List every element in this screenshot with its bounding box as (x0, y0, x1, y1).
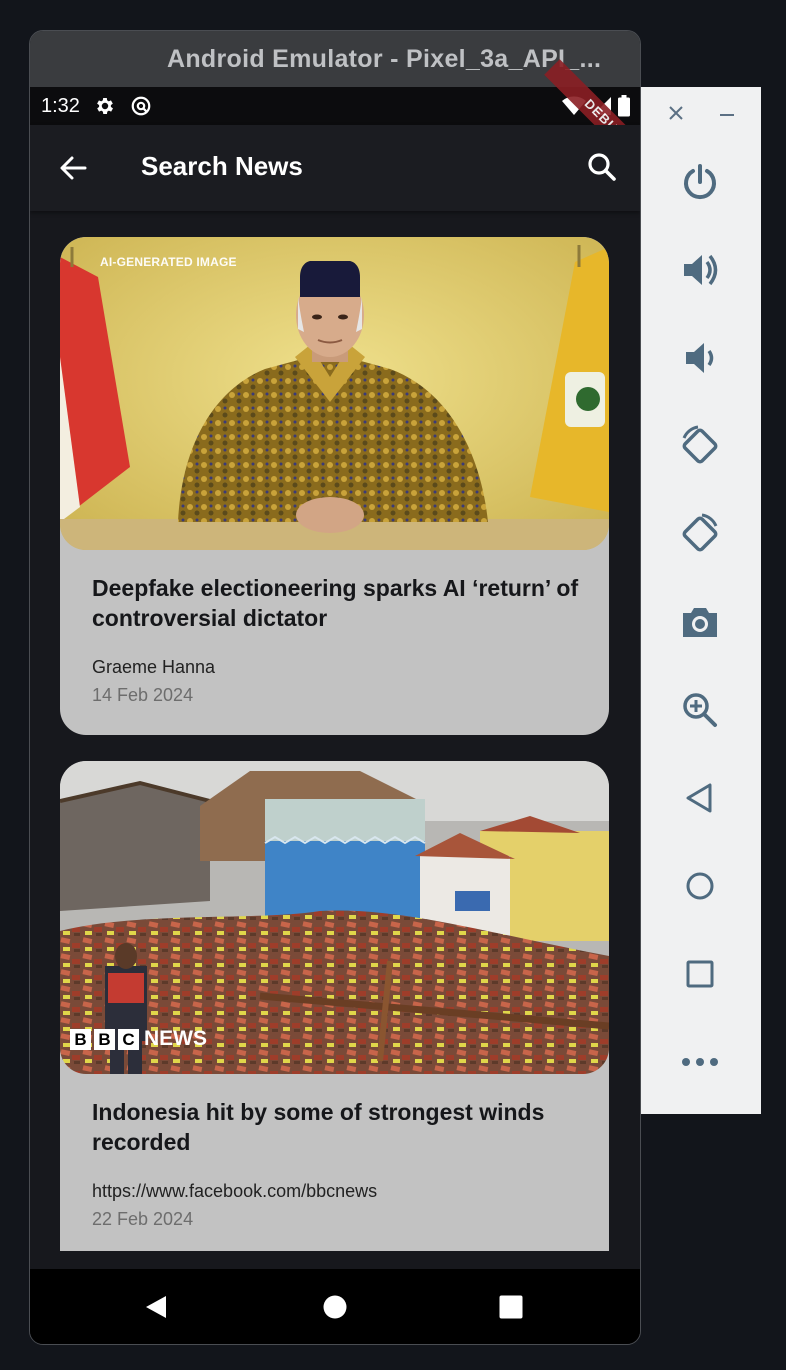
news-card[interactable]: AI-GENERATED IMAGE Deepfake electioneeri… (60, 237, 609, 735)
search-icon[interactable] (586, 151, 618, 183)
emulator-toolbar (641, 87, 761, 1114)
nav-overview-icon[interactable] (499, 1295, 523, 1324)
emulator-window: Android Emulator - Pixel_3a_API_... 1:32 (29, 30, 641, 1345)
data-saver-icon (130, 95, 152, 117)
bbc-news-logo: B B C NEWS (70, 1027, 207, 1051)
logo-letter: C (118, 1028, 139, 1050)
zoom-icon[interactable] (678, 688, 722, 732)
system-nav-bar (30, 1269, 640, 1344)
back-icon[interactable] (678, 776, 722, 820)
close-icon[interactable] (668, 105, 684, 126)
news-list[interactable]: AI-GENERATED IMAGE Deepfake electioneeri… (30, 211, 640, 1268)
app-bar: Search News (30, 125, 640, 211)
logo-letter: B (94, 1028, 115, 1050)
rotate-right-icon[interactable] (678, 512, 722, 556)
back-arrow-icon[interactable] (58, 153, 88, 183)
volume-up-icon[interactable] (678, 248, 722, 292)
settings-icon (94, 95, 116, 117)
home-icon[interactable] (678, 864, 722, 908)
camera-icon[interactable] (678, 600, 722, 644)
more-icon[interactable] (678, 1040, 722, 1084)
article-author: Graeme Hanna (92, 657, 216, 677)
page-title: Search News (141, 151, 303, 181)
volume-down-icon[interactable] (678, 336, 722, 380)
nav-home-icon[interactable] (323, 1295, 347, 1324)
status-time: 1:32 (41, 94, 80, 117)
nav-back-icon[interactable] (144, 1295, 168, 1324)
phone-screen: 1:32 DEBUG Search News AI-GENERATED IMAG… (30, 59, 640, 1344)
article-title: Indonesia hit by some of strongest winds… (92, 1099, 545, 1155)
power-icon[interactable] (678, 160, 722, 204)
news-card[interactable]: B B C NEWS Indonesia hit by some of stro… (60, 761, 609, 1251)
article-author: https://www.facebook.com/bbcnews (92, 1181, 378, 1201)
article-image: AI-GENERATED IMAGE (60, 237, 609, 550)
rotate-left-icon[interactable] (678, 424, 722, 468)
logo-text: NEWS (144, 1027, 207, 1050)
logo-letter: B (70, 1028, 91, 1050)
image-watermark: AI-GENERATED IMAGE (100, 255, 237, 269)
status-bar: 1:32 DEBUG (30, 59, 640, 181)
article-date: 22 Feb 2024 (92, 1209, 194, 1229)
article-image: B B C NEWS (60, 761, 609, 1074)
article-title: Deepfake electioneering sparks AI ‘retur… (92, 575, 579, 631)
article-date: 14 Feb 2024 (92, 685, 194, 705)
minimize-icon[interactable] (719, 105, 735, 126)
overview-icon[interactable] (678, 952, 722, 996)
